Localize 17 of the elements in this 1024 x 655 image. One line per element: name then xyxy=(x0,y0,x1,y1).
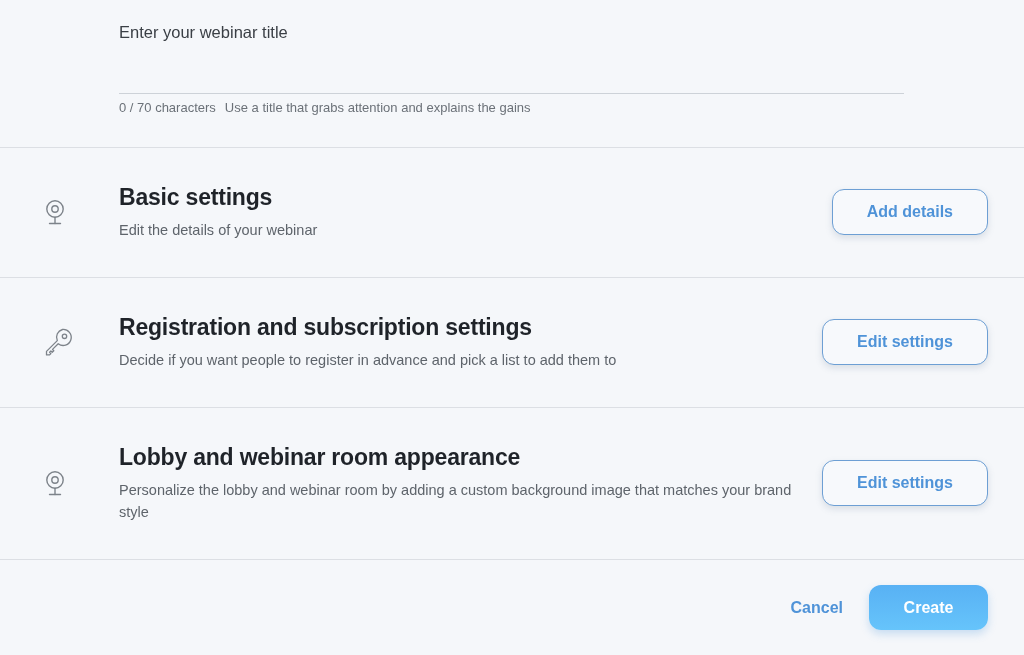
section-description: Decide if you want people to register in advance and pick a list to add them to xyxy=(119,351,618,370)
section-description: Personalize the lobby and webinar room by adding a custom background image that matches your brand style xyxy=(119,481,793,522)
section-action-button[interactable]: Edit settings xyxy=(822,460,988,506)
webcam-icon xyxy=(45,470,65,496)
title-input[interactable]: Enter your webinar title xyxy=(119,0,904,94)
section-title: Basic settings xyxy=(119,183,274,211)
character-counter: 0 / 70 characters xyxy=(119,100,216,116)
section-action-button[interactable]: Edit settings xyxy=(822,319,988,365)
key-icon xyxy=(45,328,73,356)
section-action-button[interactable]: Add details xyxy=(831,189,988,235)
field-hint: Use a title that grabs attention and explains the gains xyxy=(224,100,531,116)
section-title: Registration and subscription settings xyxy=(119,313,533,341)
section-title: Lobby and webinar room appearance xyxy=(119,443,522,471)
create-button[interactable]: Create xyxy=(869,585,988,630)
section-description: Edit the details of your webinar xyxy=(119,221,319,240)
webcam-icon xyxy=(45,199,65,225)
cancel-button[interactable]: Cancel xyxy=(790,598,843,617)
